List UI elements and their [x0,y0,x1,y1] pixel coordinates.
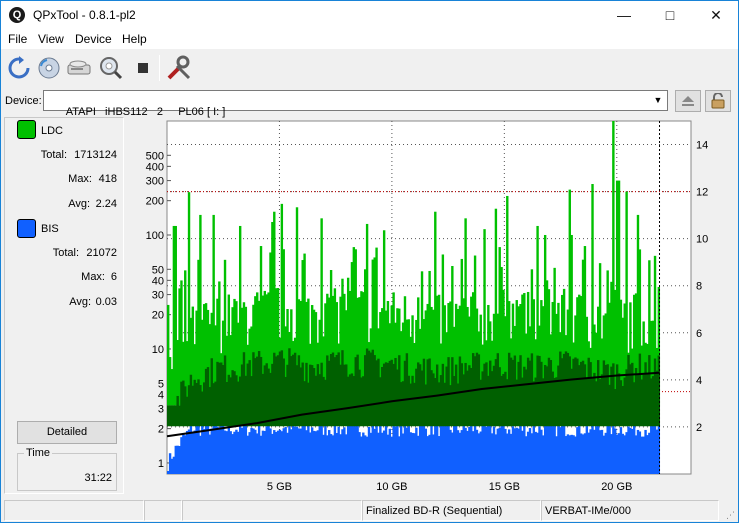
stats-panel: LDC Total: 1713124 Max: 418 Avg: 2.24 BI… [4,117,124,494]
right-tick-label: 8 [696,281,702,293]
x-tick-label: 20 GB [601,481,632,493]
right-tick-label: 12 [696,187,708,199]
bis-legend-label: BIS [41,223,59,235]
bis-total-label: Total: [52,247,79,259]
bis-max-label: Max: [81,271,105,283]
left-tick-label: 10 [152,344,164,356]
status-cell-2 [144,500,182,521]
eject-icon [682,96,694,106]
bis-avg-label: Avg: [69,296,91,308]
ldc-max-value: 418 [98,173,117,185]
scan-magnifier-icon[interactable] [97,54,125,82]
app-window: Q QPxTool - 0.8.1-pl2 — □ ✕ File View De… [0,0,739,523]
right-tick-label: 4 [696,375,702,387]
minimize-button[interactable]: — [601,1,647,29]
toolbar-separator [159,55,160,81]
ldc-color-swatch [17,120,36,139]
disc-info-icon[interactable] [35,54,63,82]
time-value: 31:22 [84,472,112,484]
left-tick-label: 30 [152,290,164,302]
detailed-button[interactable]: Detailed [17,421,117,444]
status-bar: Finalized BD-R (Sequential) VERBAT-IMe/0… [1,498,738,522]
device-row: Device: ATAPI iHBS112 2 PL06 [ I: ] ▼ [1,87,738,118]
x-tick-label: 10 GB [376,481,407,493]
left-tick-label: 40 [152,275,164,287]
menu-view[interactable]: View [38,32,64,46]
bis-color-swatch [17,219,36,238]
scan-chart: 5 GB 10 GB 15 GB 20 GB 2 4 6 8 10 12 14 1 2 3 4 5 10 20 30… [127,117,737,495]
title-bar[interactable]: Q QPxTool - 0.8.1-pl2 — □ ✕ [1,1,738,29]
status-disc-type: Finalized BD-R (Sequential) [362,500,541,521]
time-group: Time 31:22 [17,447,117,491]
left-tick-label: 1 [158,458,164,470]
left-tick-label: 3 [158,404,164,416]
left-tick-label: 5 [158,378,164,390]
ldc-legend-label: LDC [41,125,64,137]
ldc-max-label: Max: [68,173,92,185]
left-tick-label: 200 [146,196,164,208]
right-tick-label: 14 [696,140,708,152]
ldc-total-label: Total: [40,149,67,161]
time-label: Time [24,447,53,459]
ldc-total-value: 1713124 [74,149,117,161]
status-cell-1 [4,500,144,521]
status-cell-3 [182,500,362,521]
bis-avg-value: 0.03 [95,296,117,308]
device-label: Device: [5,95,42,107]
right-tick-label: 10 [696,234,708,246]
left-tick-label: 100 [146,230,164,242]
menu-bar: File View Device Help [1,29,738,49]
menu-help[interactable]: Help [122,32,147,46]
close-button[interactable]: ✕ [693,1,739,29]
left-tick-label: 4 [158,389,164,401]
x-tick-label: 5 GB [267,481,292,493]
toolbar [1,49,738,87]
ldc-avg-label: Avg: [68,198,90,210]
left-tick-label: 50 [152,264,164,276]
lock-icon [711,93,725,109]
right-tick-label: 2 [696,422,702,434]
chart-svg: 5 GB 10 GB 15 GB 20 GB246810121412345102030… [146,120,708,493]
chevron-down-icon[interactable]: ▼ [650,92,666,109]
tools-icon[interactable] [165,54,193,82]
x-tick-label: 15 GB [489,481,520,493]
stop-icon[interactable] [129,54,157,82]
bis-max-value: 6 [110,271,117,283]
drive-icon[interactable] [65,54,93,82]
left-tick-label: 20 [152,310,164,322]
right-tick-label: 6 [696,328,702,340]
eject-button[interactable] [675,90,701,112]
window-title: QPxTool - 0.8.1-pl2 [33,8,136,22]
bis-total-value: 21072 [86,247,117,259]
status-media-id: VERBAT-IMe/000 [541,500,719,521]
device-select[interactable]: ATAPI iHBS112 2 PL06 [ I: ] ▼ [43,90,668,118]
qpxtool-logo-icon: Q [9,7,25,23]
refresh-icon[interactable] [5,54,33,82]
menu-device[interactable]: Device [75,32,112,46]
menu-file[interactable]: File [8,32,27,46]
left-tick-label: 400 [146,161,164,173]
left-tick-label: 300 [146,176,164,188]
resize-grip-icon[interactable]: ⋰ [726,510,736,520]
maximize-button[interactable]: □ [647,1,693,29]
lock-button[interactable] [705,90,731,112]
left-tick-label: 500 [146,150,164,162]
left-tick-label: 2 [158,424,164,436]
ldc-avg-value: 2.24 [95,198,117,210]
